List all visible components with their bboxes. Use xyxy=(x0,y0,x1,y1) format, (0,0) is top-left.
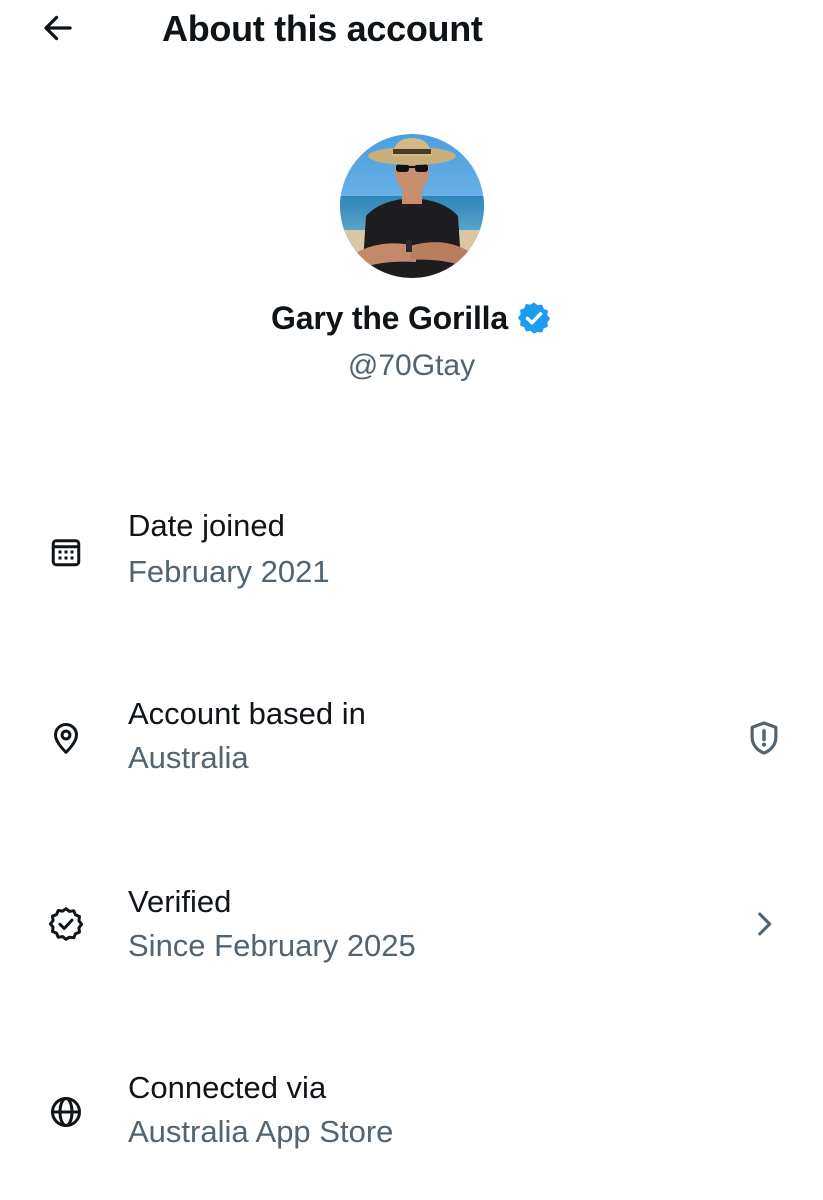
detail-row-verified[interactable]: Verified Since February 2025 xyxy=(0,880,823,980)
top-bar: About this account xyxy=(0,0,823,60)
calendar-icon xyxy=(44,530,88,574)
back-button[interactable] xyxy=(36,8,80,48)
avatar[interactable] xyxy=(340,134,484,278)
chevron-right-icon xyxy=(758,912,772,936)
page-title: About this account xyxy=(162,8,483,49)
profile-photo xyxy=(340,134,484,278)
shield-alert-icon xyxy=(750,721,778,755)
detail-value: Australia App Store xyxy=(128,1114,394,1149)
shield-alert-button[interactable] xyxy=(740,714,788,762)
detail-value: Since February 2025 xyxy=(128,928,416,963)
detail-label: Account based in xyxy=(128,696,366,731)
detail-label: Verified xyxy=(128,884,232,919)
verified-details-button[interactable] xyxy=(740,900,788,948)
detail-value: Australia xyxy=(128,740,249,775)
detail-value: February 2021 xyxy=(128,554,330,589)
handle: @70Gtay xyxy=(347,349,476,382)
verified-badge-icon xyxy=(516,300,552,336)
detail-row-date-joined: Date joined February 2021 xyxy=(0,504,823,604)
globe-icon xyxy=(44,1090,88,1134)
name-row: Gary the Gorilla xyxy=(0,296,823,340)
display-name: Gary the Gorilla xyxy=(271,300,508,336)
detail-label: Connected via xyxy=(128,1070,327,1105)
location-pin-icon xyxy=(44,716,88,760)
verified-check-icon xyxy=(44,902,88,946)
arrow-left-icon xyxy=(44,15,72,41)
detail-row-connected-via: Connected via Australia App Store xyxy=(0,1066,823,1166)
detail-label: Date joined xyxy=(128,508,285,543)
detail-row-account-based-in: Account based in Australia xyxy=(0,692,823,792)
